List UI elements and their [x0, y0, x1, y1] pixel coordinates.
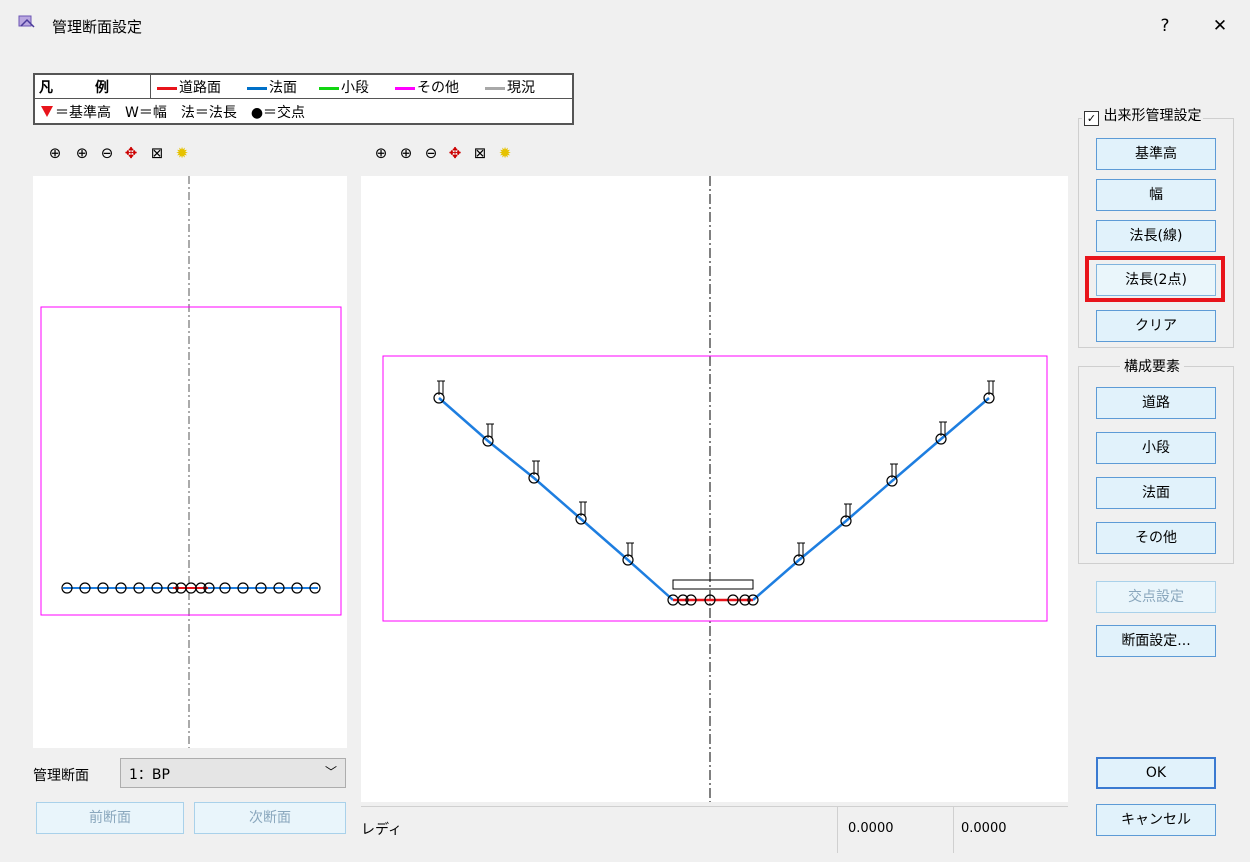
cancel-button[interactable]: キャンセル [1096, 804, 1216, 836]
section-select[interactable]: 1：BP ﹀ [120, 758, 346, 788]
title-bar: 管理断面設定 ? ✕ [0, 0, 1250, 52]
bulb-icon[interactable]: ✹ [495, 143, 515, 163]
legend-symbol-row: ＝基準高 W＝幅 法＝法長 ●＝交点 [35, 100, 572, 124]
settings-checkbox-label: 出来形管理設定 [1103, 108, 1202, 124]
slope-length-2point-button[interactable]: 法長(2点) [1096, 264, 1216, 296]
overview-canvas[interactable] [33, 176, 347, 748]
legend-road: 道路面 [157, 77, 221, 97]
triangle-icon [41, 106, 53, 117]
berm-button[interactable]: 小段 [1096, 432, 1216, 464]
legend-divider [150, 75, 151, 99]
zoom-out-icon[interactable]: ⊖ [421, 143, 441, 163]
zoom-window-icon[interactable]: ⊠ [470, 143, 490, 163]
section-drawing [382, 176, 1048, 802]
left-toolbar: ⊕ ⊕ ⊖ ✥ ⊠ ✹ [45, 143, 225, 167]
zoom-fit-icon[interactable]: ⊕ [371, 143, 391, 163]
check-icon[interactable]: ✓ [1084, 111, 1099, 126]
management-section-label: 管理断面 [33, 768, 89, 784]
close-button[interactable]: ✕ [1205, 12, 1235, 40]
settings-checkbox[interactable]: ✓ 出来形管理設定 [1082, 105, 1204, 126]
other-button[interactable]: その他 [1096, 522, 1216, 554]
slope-markers [437, 380, 995, 557]
main-toolbar: ⊕ ⊕ ⊖ ✥ ⊠ ✹ [371, 143, 551, 167]
prev-section-button[interactable]: 前断面 [36, 802, 184, 834]
section-points [433, 392, 995, 606]
status-text: レディ [361, 822, 403, 838]
components-title: 構成要素 [1120, 356, 1184, 376]
legend-line-row: 凡 例 道路面 法面 小段 その他 現況 [35, 75, 572, 99]
road-button[interactable]: 道路 [1096, 387, 1216, 419]
zoom-out-icon[interactable]: ⊖ [97, 143, 117, 163]
legend-other: その他 [395, 77, 459, 97]
zoom-in-icon[interactable]: ⊕ [396, 143, 416, 163]
help-button[interactable]: ? [1150, 12, 1180, 40]
zoom-window-icon[interactable]: ⊠ [147, 143, 167, 163]
legend-slope: 法面 [247, 77, 297, 97]
status-divider [837, 807, 838, 853]
section-settings-button[interactable]: 断面設定... [1096, 625, 1216, 657]
overview-drawing [40, 176, 342, 748]
window-title: 管理断面設定 [52, 18, 143, 36]
zoom-fit-icon[interactable]: ⊕ [45, 143, 65, 163]
status-divider [953, 807, 954, 853]
base-height-button[interactable]: 基準高 [1096, 138, 1216, 170]
bulb-icon[interactable]: ✹ [172, 143, 192, 163]
legend-label-1: 凡 [39, 80, 53, 96]
width-button[interactable]: 幅 [1096, 179, 1216, 211]
app-icon [18, 15, 35, 28]
section-canvas[interactable] [361, 176, 1068, 802]
chevron-down-icon: ﹀ [325, 765, 338, 779]
zoom-in-icon[interactable]: ⊕ [72, 143, 92, 163]
status-y: 0.0000 [961, 821, 1007, 836]
legend-label-2: 例 [95, 80, 109, 96]
slope-button[interactable]: 法面 [1096, 477, 1216, 509]
legend-symbols: ＝基準高 W＝幅 法＝法長 ●＝交点 [55, 105, 306, 121]
pan-icon[interactable]: ✥ [445, 143, 465, 163]
status-bar: レディ 0.0000 0.0000 [361, 806, 1068, 853]
status-x: 0.0000 [848, 821, 894, 836]
intersection-settings-button[interactable]: 交点設定 [1096, 581, 1216, 613]
legend-berm: 小段 [319, 77, 369, 97]
pan-icon[interactable]: ✥ [121, 143, 141, 163]
clear-button[interactable]: クリア [1096, 310, 1216, 342]
ok-button[interactable]: OK [1096, 757, 1216, 789]
slope-length-line-button[interactable]: 法長(線) [1096, 220, 1216, 252]
section-select-value: 1：BP [129, 767, 170, 783]
legend-existing: 現況 [485, 77, 535, 97]
next-section-button[interactable]: 次断面 [194, 802, 346, 834]
legend: 凡 例 道路面 法面 小段 その他 現況 ＝基準高 W＝幅 法＝法長 ●＝交点 [33, 73, 574, 125]
